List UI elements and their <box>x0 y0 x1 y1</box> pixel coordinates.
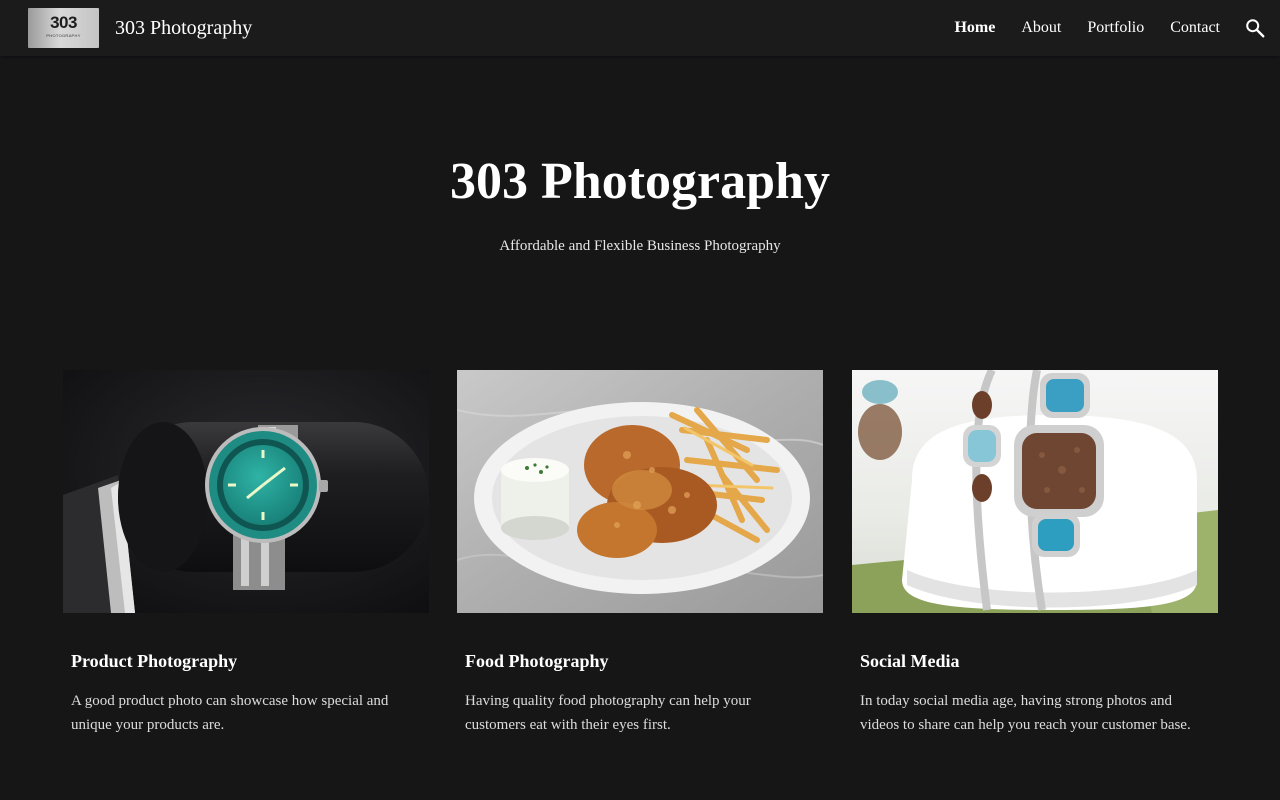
food-photo <box>457 370 823 613</box>
card-title: Food Photography <box>465 651 609 671</box>
main-nav: Home About Portfolio Contact <box>954 18 1220 38</box>
card-description: In today social media age, having strong… <box>860 693 1191 733</box>
service-card-product: Product Photography A good product photo… <box>63 370 429 737</box>
jewelry-photo <box>852 370 1218 613</box>
site-title[interactable]: 303 Photography <box>115 16 252 40</box>
site-header: 303 PHOTOGRAPHY 303 Photography Home Abo… <box>0 0 1280 56</box>
search-icon <box>1246 19 1265 38</box>
nav-item-portfolio[interactable]: Portfolio <box>1087 18 1144 38</box>
hero-subtitle: Affordable and Flexible Business Photogr… <box>499 238 781 254</box>
nav-item-about[interactable]: About <box>1021 18 1061 38</box>
watch-photo <box>63 370 429 613</box>
card-title: Social Media <box>860 651 960 671</box>
card-title: Product Photography <box>71 651 238 671</box>
card-description: Having quality food photography can help… <box>465 693 751 733</box>
site-logo[interactable]: 303 PHOTOGRAPHY <box>28 8 99 48</box>
nav-item-contact[interactable]: Contact <box>1170 18 1220 38</box>
logo-subtext: PHOTOGRAPHY <box>46 33 81 38</box>
logo-mark: 303 <box>50 13 77 32</box>
service-card-food: Food Photography Having quality food pho… <box>457 370 823 737</box>
service-card-social: Social Media In today social media age, … <box>852 370 1218 737</box>
card-description: A good product photo can showcase how sp… <box>71 693 389 733</box>
nav-item-home[interactable]: Home <box>954 18 995 38</box>
hero-title: 303 Photography <box>450 153 830 210</box>
search-button[interactable] <box>1244 17 1266 39</box>
